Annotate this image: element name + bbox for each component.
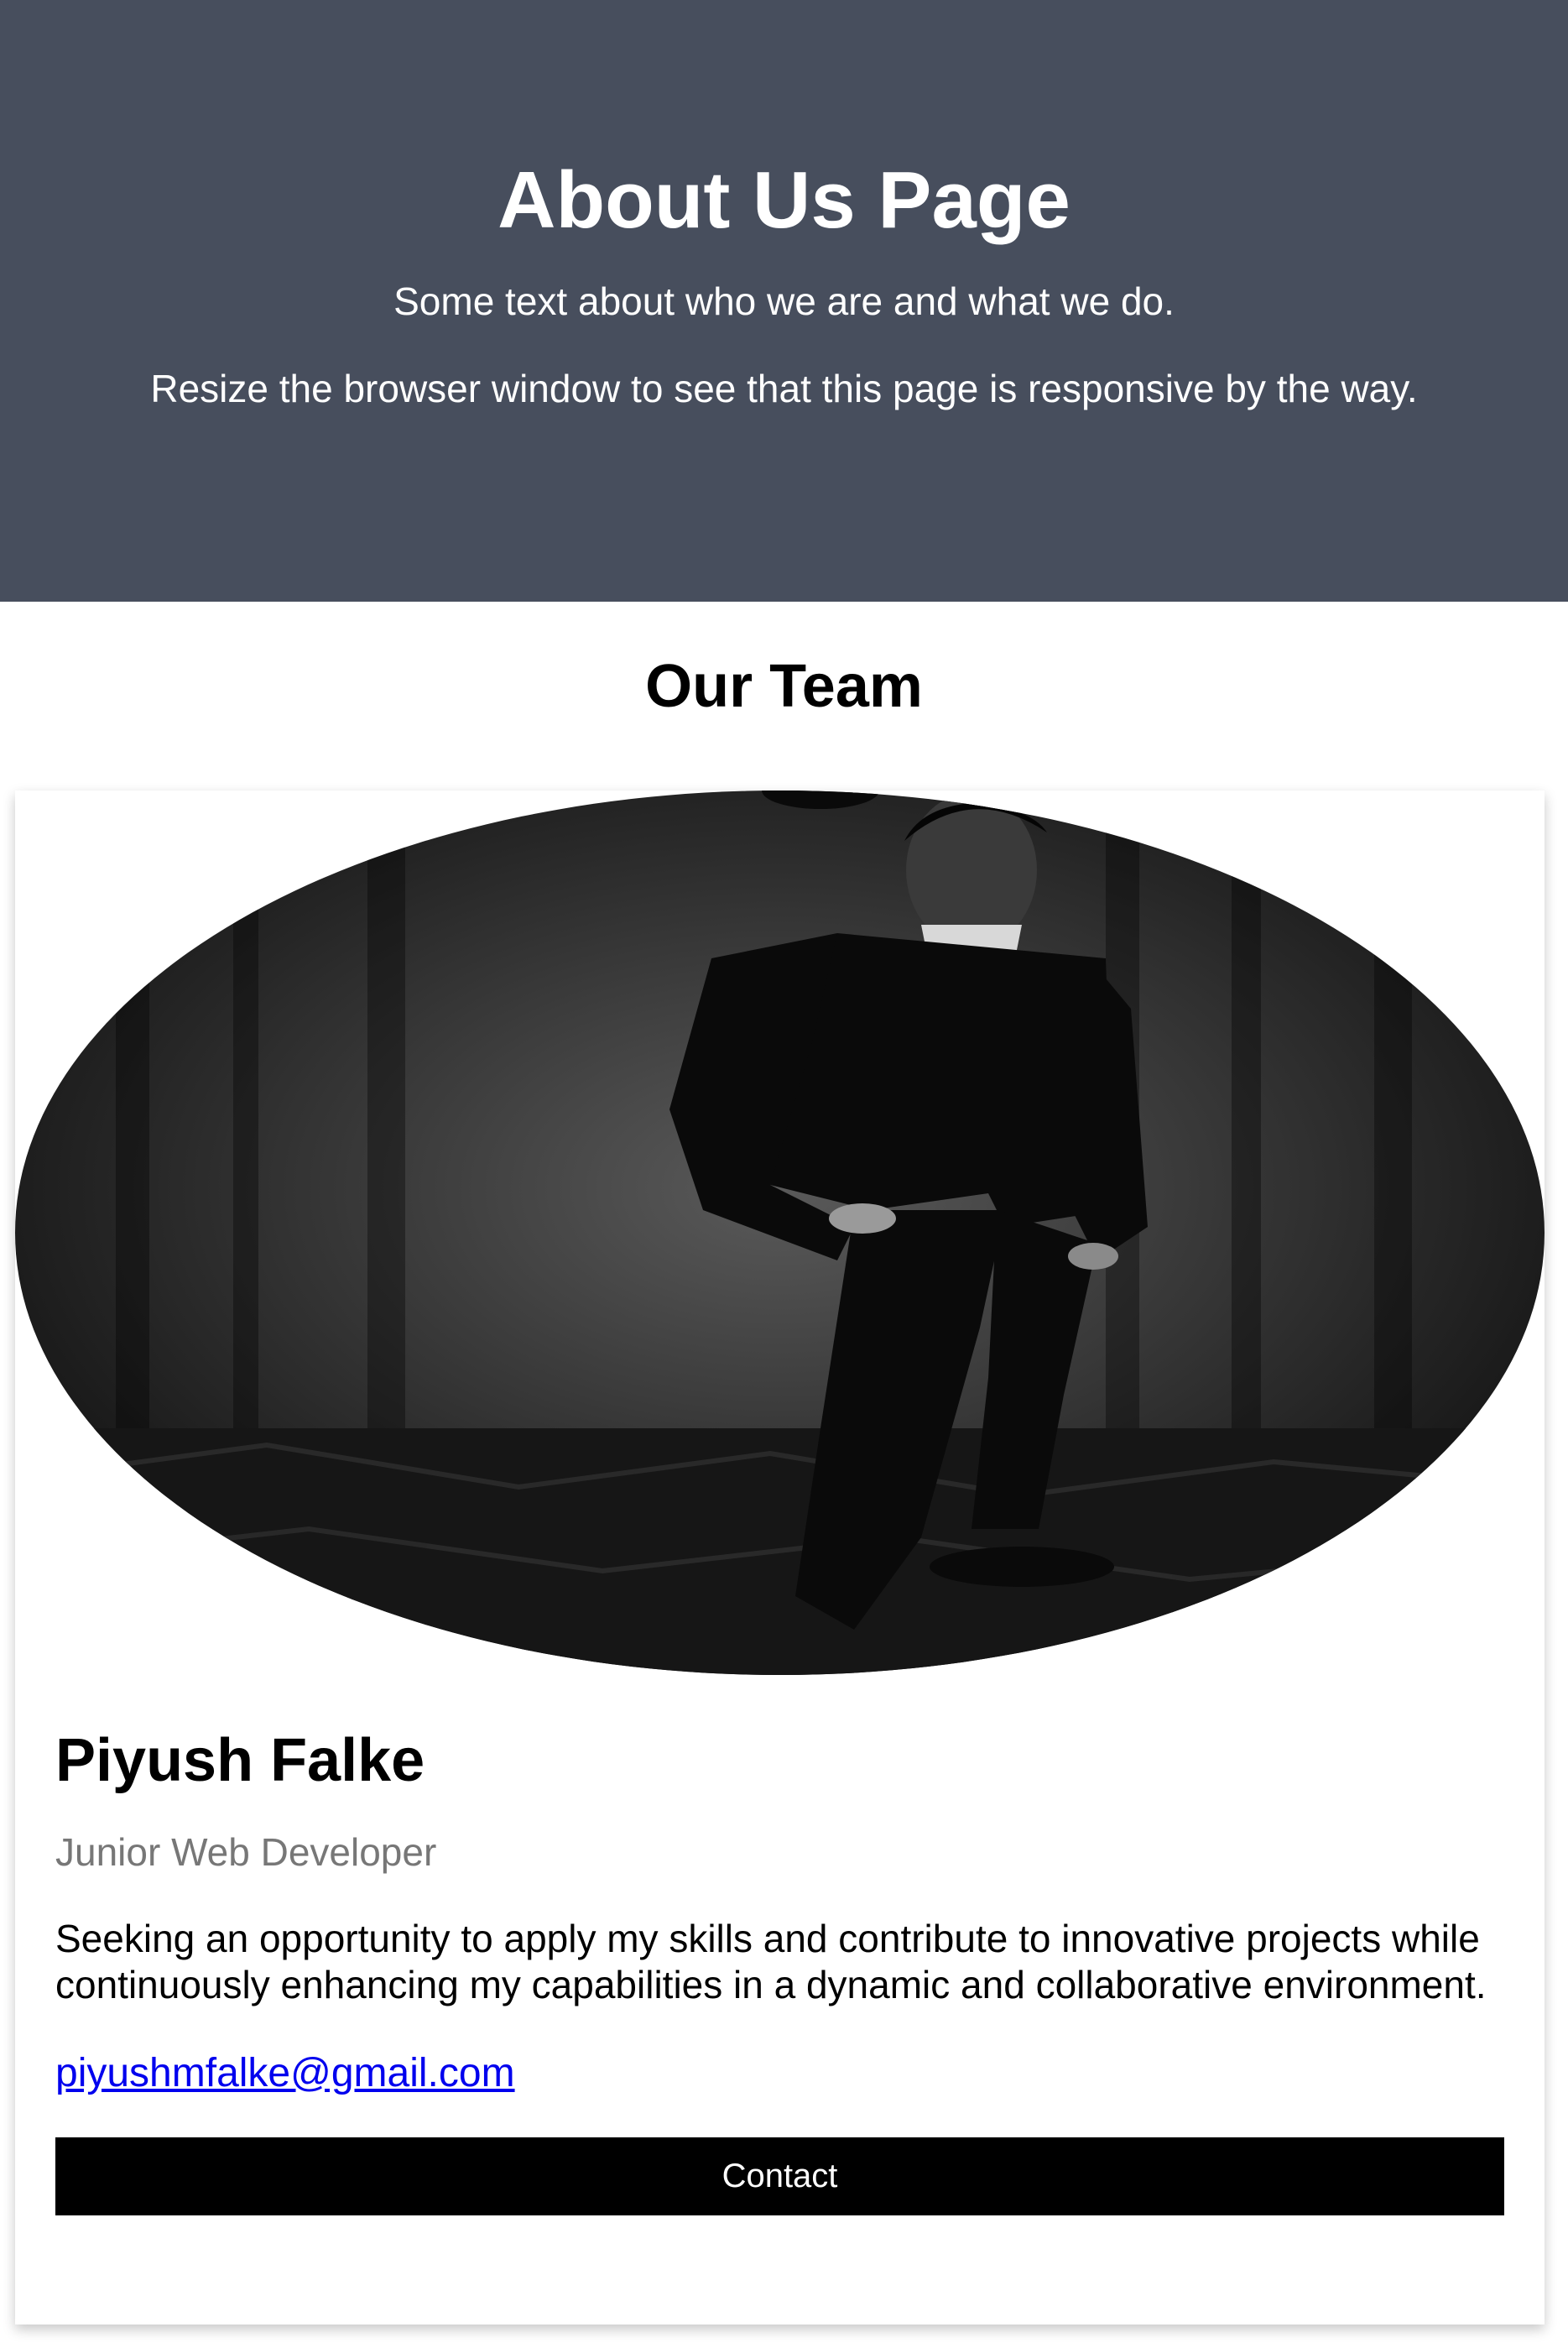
team-heading: Our Team <box>645 653 923 720</box>
member-role: Junior Web Developer <box>55 1830 437 1874</box>
hero-note: Resize the browser window to see that th… <box>150 367 1418 410</box>
page-title: About Us Page <box>497 155 1071 245</box>
contact-button[interactable]: Contact <box>55 2137 1504 2215</box>
team-member-card: Piyush Falke Junior Web Developer Seekin… <box>15 790 1545 2325</box>
member-description: Seeking an opportunity to apply my skill… <box>55 1917 1487 2006</box>
hero-subtitle: Some text about who we are and what we d… <box>393 279 1175 323</box>
hero-section: About Us Page Some text about who we are… <box>0 0 1568 602</box>
member-email-link[interactable]: piyushmfalke@gmail.com <box>55 2050 515 2097</box>
person-in-suit-photo <box>15 790 1545 1675</box>
member-name: Piyush Falke <box>55 1727 425 1794</box>
member-details: Piyush Falke Junior Web Developer Seekin… <box>55 1675 1504 2215</box>
